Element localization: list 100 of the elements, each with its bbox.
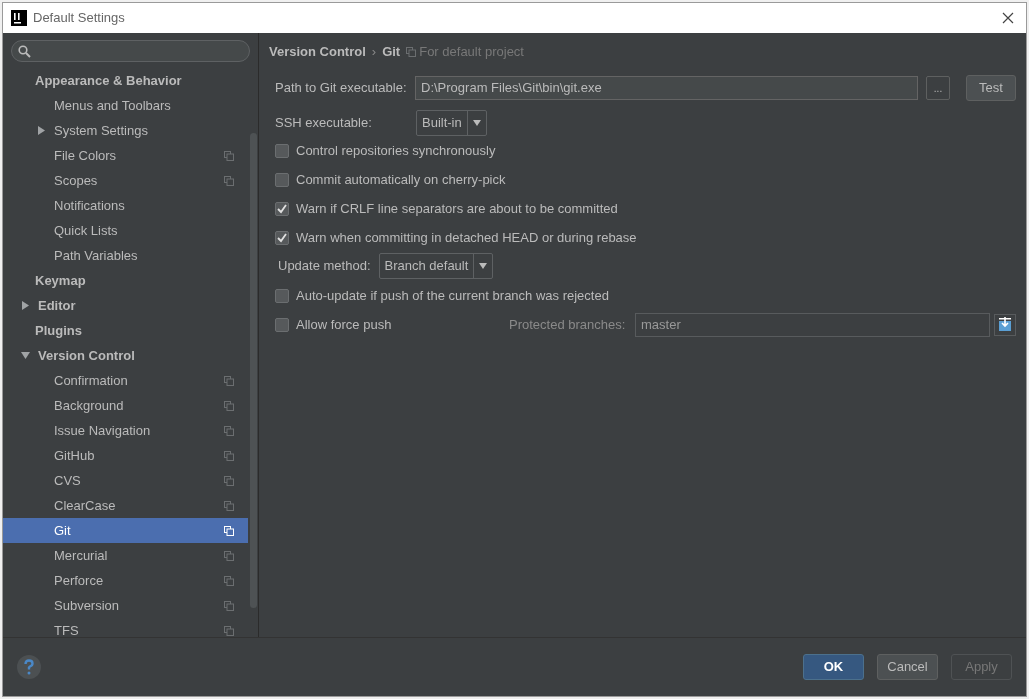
checkbox[interactable] [275,201,289,216]
tree-item-label: Path Variables [54,246,139,265]
breadcrumb-separator: › [371,43,377,62]
tree-item[interactable]: Mercurial [3,543,248,568]
tree-item[interactable]: Subversion [3,593,248,618]
tree-item[interactable]: Quick Lists [3,218,248,243]
tree-item-label: Editor [38,296,77,315]
collapsed-arrow-icon[interactable] [37,126,46,135]
tree-item[interactable]: Appearance & Behavior [3,68,248,93]
checkbox-label: Allow force push [296,315,393,334]
checkbox[interactable] [275,143,289,158]
tree-item[interactable]: System Settings [3,118,248,143]
checkbox-label: Warn if CRLF line separators are about to be committed [296,199,618,218]
copy-icon [224,500,234,511]
tree-item[interactable]: Confirmation [3,368,248,393]
checkbox-label: Commit automatically on cherry-pick [296,170,506,189]
tree-item[interactable]: Issue Navigation [3,418,248,443]
breadcrumb-link[interactable]: Version Control [269,42,366,62]
tree-item[interactable]: Perforce [3,568,248,593]
tree-item-label: Quick Lists [54,221,119,240]
test-button[interactable]: Test [966,75,1016,101]
copy-icon [224,425,234,436]
tree-item[interactable]: Plugins [3,318,248,343]
tree-item-label: System Settings [54,121,149,140]
tree-item[interactable]: Version Control [3,343,248,368]
copy-icon [224,150,234,161]
app-logo-icon [11,10,27,26]
tree-item-label: TFS [54,621,80,637]
checkbox-label: Warn when committing in detached HEAD or during rebase [296,228,637,247]
tree-item-label: GitHub [54,446,96,465]
tree-item-label: Confirmation [54,371,129,390]
tree-item[interactable]: Path Variables [3,243,248,268]
copy-icon [224,175,234,186]
copy-icon [224,575,234,586]
copy-icon [406,47,417,57]
update-method-dropdown[interactable]: Branch default [378,253,494,279]
tree-item[interactable]: Git [3,518,248,543]
dropdown-arrow-icon [472,120,481,126]
scope-note: For default project [419,43,524,62]
checkbox[interactable] [275,230,289,245]
tree-item-label: Subversion [54,596,121,615]
expanded-arrow-icon[interactable] [21,351,30,360]
tree-item-label: Background [54,396,125,415]
expand-field-icon[interactable] [994,313,1016,336]
dialog-button[interactable]: OK [803,654,864,680]
copy-icon [224,450,234,461]
tree-item[interactable]: Menus and Toolbars [3,93,248,118]
tree-item[interactable]: Notifications [3,193,248,218]
tree-item-label: Keymap [35,271,87,290]
breadcrumb-current: Git [382,43,401,62]
tree-item[interactable]: Editor [3,293,248,318]
copy-icon [224,400,234,411]
tree-item-label: Version Control [38,346,136,365]
field-label: Protected branches: [509,315,627,334]
tree-item-label: Plugins [35,321,83,340]
copy-icon [224,525,234,536]
checkbox-label: Auto-update if push of the current branch was rejected [296,286,609,305]
tree-item-label: CVS [54,471,82,490]
tree-item-label: Issue Navigation [54,421,152,440]
scrollbar-thumb[interactable] [250,133,257,608]
tree-item-label: Notifications [54,196,126,215]
search-icon [18,44,31,58]
field-label: Update method: [278,257,371,276]
field-label: SSH executable: [275,114,373,133]
protected-branches-field[interactable]: master [635,312,990,337]
dialog-button[interactable]: Cancel [877,654,938,680]
tree-item[interactable]: Keymap [3,268,248,293]
dropdown-arrow-icon [479,263,488,269]
tree-item-label: Appearance & Behavior [35,71,183,90]
window-title: Default Settings [33,9,125,28]
search-field[interactable] [11,40,250,62]
collapsed-arrow-icon[interactable] [21,301,30,310]
copy-icon [224,550,234,561]
tree-item[interactable]: CVS [3,468,248,493]
path-input-field[interactable]: D:\Program Files\Git\bin\git.exe [415,76,918,100]
field-label: Path to Git executable: [275,79,407,98]
tree-item-label: Menus and Toolbars [54,96,172,115]
tree-item-label: Scopes [54,171,99,190]
tree-item[interactable]: ClearCase [3,493,248,518]
tree-item-label: Perforce [54,571,105,590]
tree-item[interactable]: Scopes [3,168,248,193]
browse-button[interactable]: ... [926,76,950,100]
tree-item[interactable]: Background [3,393,248,418]
ssh-dropdown[interactable]: Built-in [416,110,487,136]
tree-item-label: File Colors [54,146,118,165]
copy-icon [224,600,234,611]
tree-item-label: Mercurial [54,546,109,565]
checkbox[interactable] [275,288,289,303]
tree-item[interactable]: TFS [3,618,248,637]
copy-icon [224,375,234,386]
tree-item-label: ClearCase [54,496,117,515]
copy-icon [224,475,234,486]
checkbox[interactable] [275,317,289,332]
checkbox[interactable] [275,172,289,187]
tree-item[interactable]: GitHub [3,443,248,468]
tree-item-label: Git [54,521,72,540]
close-icon[interactable] [1002,12,1014,24]
tree-item[interactable]: File Colors [3,143,248,168]
help-icon[interactable] [17,655,41,679]
checkbox-label: Control repositories synchronously [296,141,496,160]
